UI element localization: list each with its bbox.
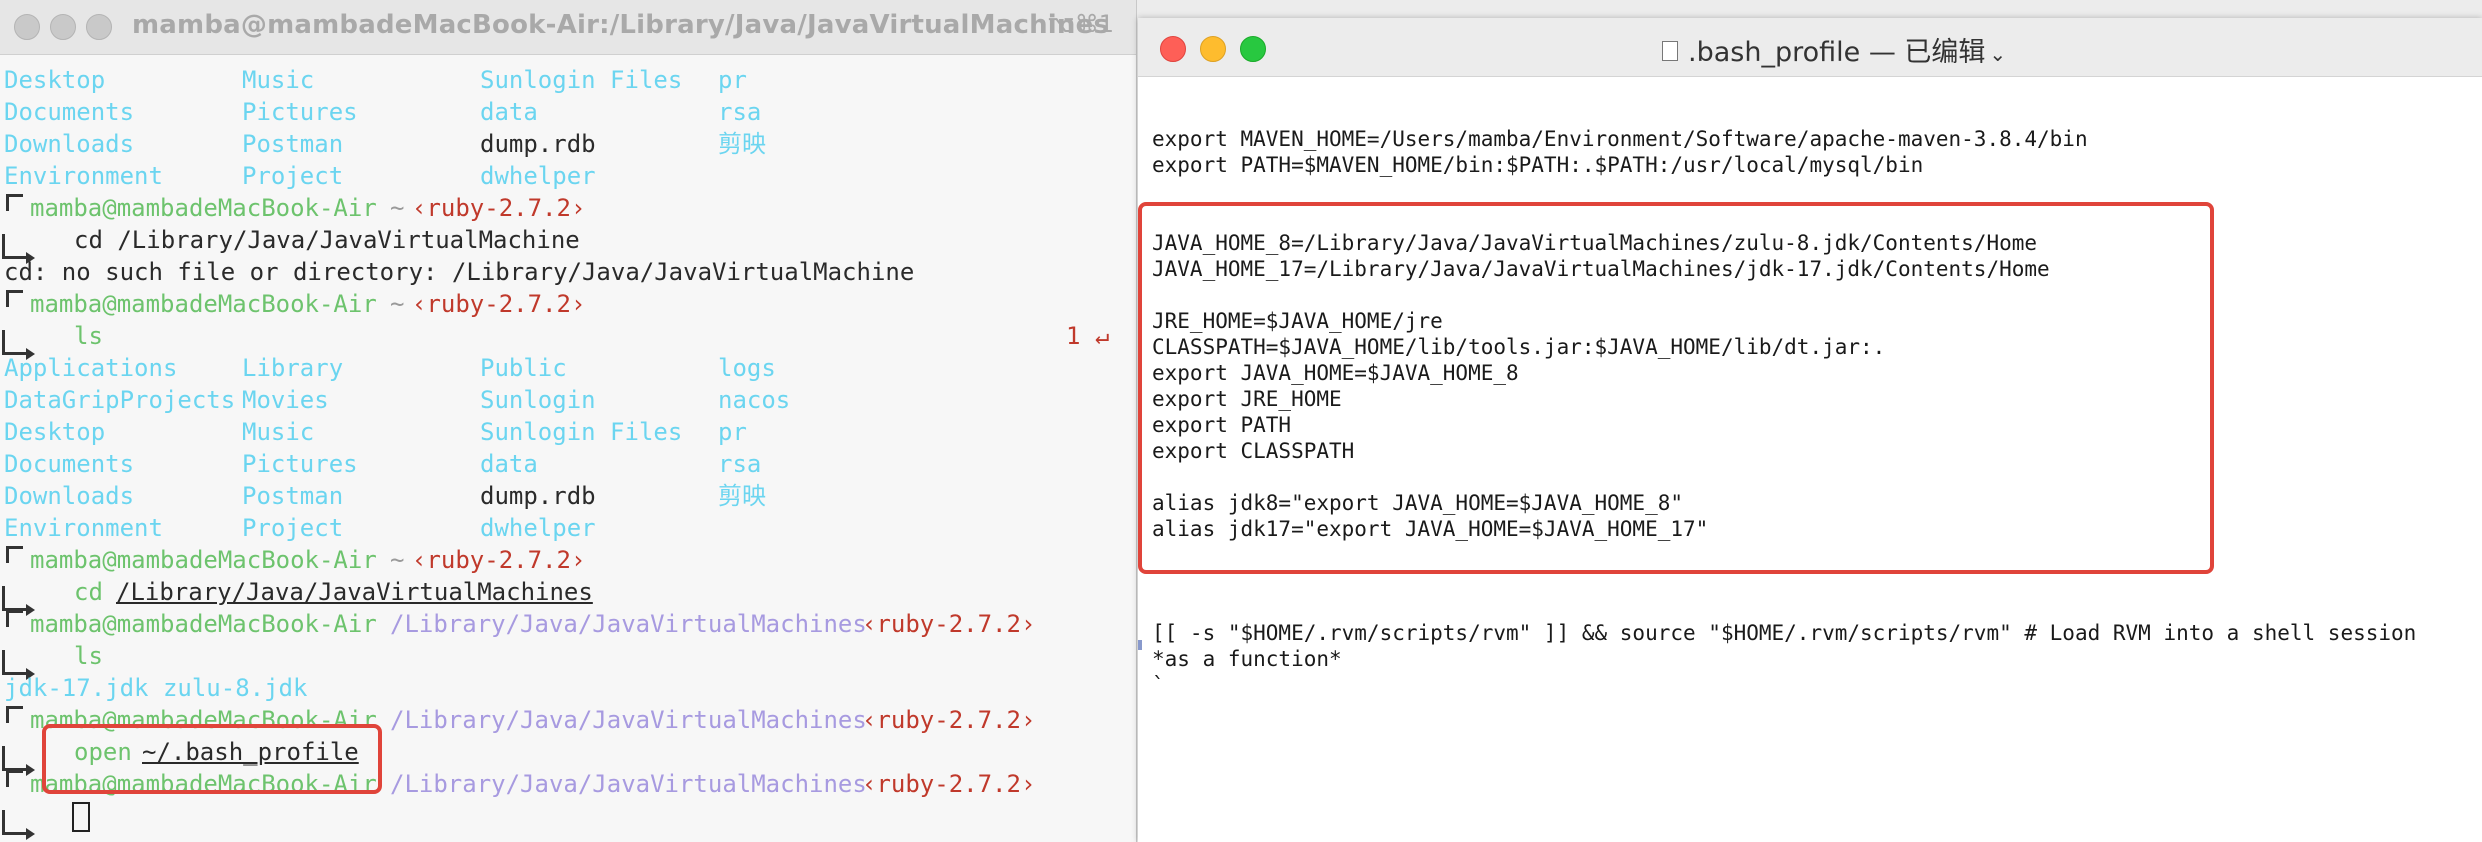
prompt-line: mamba@mambadeMacBook-Air/Library/Java/Ja… xyxy=(0,608,1136,640)
command-line: cd /Library/Java/JavaVirtualMachine xyxy=(0,224,1136,264)
terminal-window: mamba@mambadeMacBook-Air:/Library/Java/J… xyxy=(0,0,1137,842)
editor-window: .bash_profile — 已编辑 ⌄ export MAVEN_HOME=/… xyxy=(1138,18,2482,842)
document-icon xyxy=(1662,40,1678,61)
command-line: cd /Library/Java/JavaVirtualMachines xyxy=(0,576,1136,616)
scroll-marker xyxy=(1138,640,1142,650)
terminal-title: mamba@mambadeMacBook-Air:/Library/Java/J… xyxy=(132,10,1110,40)
code-line: ` xyxy=(1152,673,1165,697)
prompt-line: mamba@mambadeMacBook-Air ~ ‹ruby-2.7.2› xyxy=(0,192,1136,224)
close-button[interactable] xyxy=(14,14,40,40)
chevron-down-icon: ⌄ xyxy=(1989,42,2007,66)
highlight-box xyxy=(42,724,382,794)
minimize-button[interactable] xyxy=(1200,36,1226,62)
close-button[interactable] xyxy=(1160,36,1186,62)
zoom-button[interactable] xyxy=(86,14,112,40)
list-row: Applications Library Public logs xyxy=(4,354,776,382)
list-row: Downloads Postman dump.rdb 剪映 xyxy=(4,130,766,158)
code-line: export MAVEN_HOME=/Users/mamba/Environme… xyxy=(1152,127,2088,151)
list-row: Documents Pictures data rsa xyxy=(4,98,762,126)
list-row: Downloads Postman dump.rdb 剪映 xyxy=(4,482,766,510)
list-row: jdk-17.jdk zulu-8.jdk xyxy=(4,674,308,702)
prompt-line: mamba@mambadeMacBook-Air ~ ‹ruby-2.7.2› xyxy=(0,544,1136,576)
text-cursor xyxy=(72,802,90,832)
list-row: Documents Pictures data rsa xyxy=(4,450,762,478)
command-line: ls 1 ↵ xyxy=(0,320,1136,360)
exit-status: 1 ↵ xyxy=(1066,322,1110,350)
list-row: DataGripProjects Movies Sunlogin nacos xyxy=(4,386,791,414)
document-title[interactable]: .bash_profile — 已编辑 ⌄ xyxy=(1662,30,2006,69)
minimize-button[interactable] xyxy=(50,14,76,40)
window-shortcut: ⌥⌘1 xyxy=(1047,10,1114,38)
highlight-box xyxy=(1138,202,2214,574)
command-line xyxy=(0,800,1136,840)
terminal-output[interactable]: Desktop Music Sunlogin Files pr Documents Pi… xyxy=(0,64,1136,840)
list-row: Desktop Music Sunlogin Files pr xyxy=(4,418,747,446)
zoom-button[interactable] xyxy=(1240,36,1266,62)
error-line: cd: no such file or directory: /Library/… xyxy=(4,258,915,286)
code-line: export PATH=$MAVEN_HOME/bin:$PATH:.$PATH… xyxy=(1152,153,1924,177)
list-row: Environment Project dwhelper xyxy=(4,162,596,190)
command-line: ls xyxy=(0,640,1136,680)
list-row: Desktop Music Sunlogin Files pr xyxy=(4,66,747,94)
list-row: Environment Project dwhelper xyxy=(4,514,596,542)
code-line: [[ -s "$HOME/.rvm/scripts/rvm" ]] && sou… xyxy=(1152,621,2417,645)
terminal-titlebar: mamba@mambadeMacBook-Air:/Library/Java/J… xyxy=(0,0,1136,55)
prompt-line: mamba@mambadeMacBook-Air ~ ‹ruby-2.7.2› xyxy=(0,288,1136,320)
code-line: *as a function* xyxy=(1152,647,1342,671)
editor-titlebar: .bash_profile — 已编辑 ⌄ xyxy=(1138,18,2482,77)
